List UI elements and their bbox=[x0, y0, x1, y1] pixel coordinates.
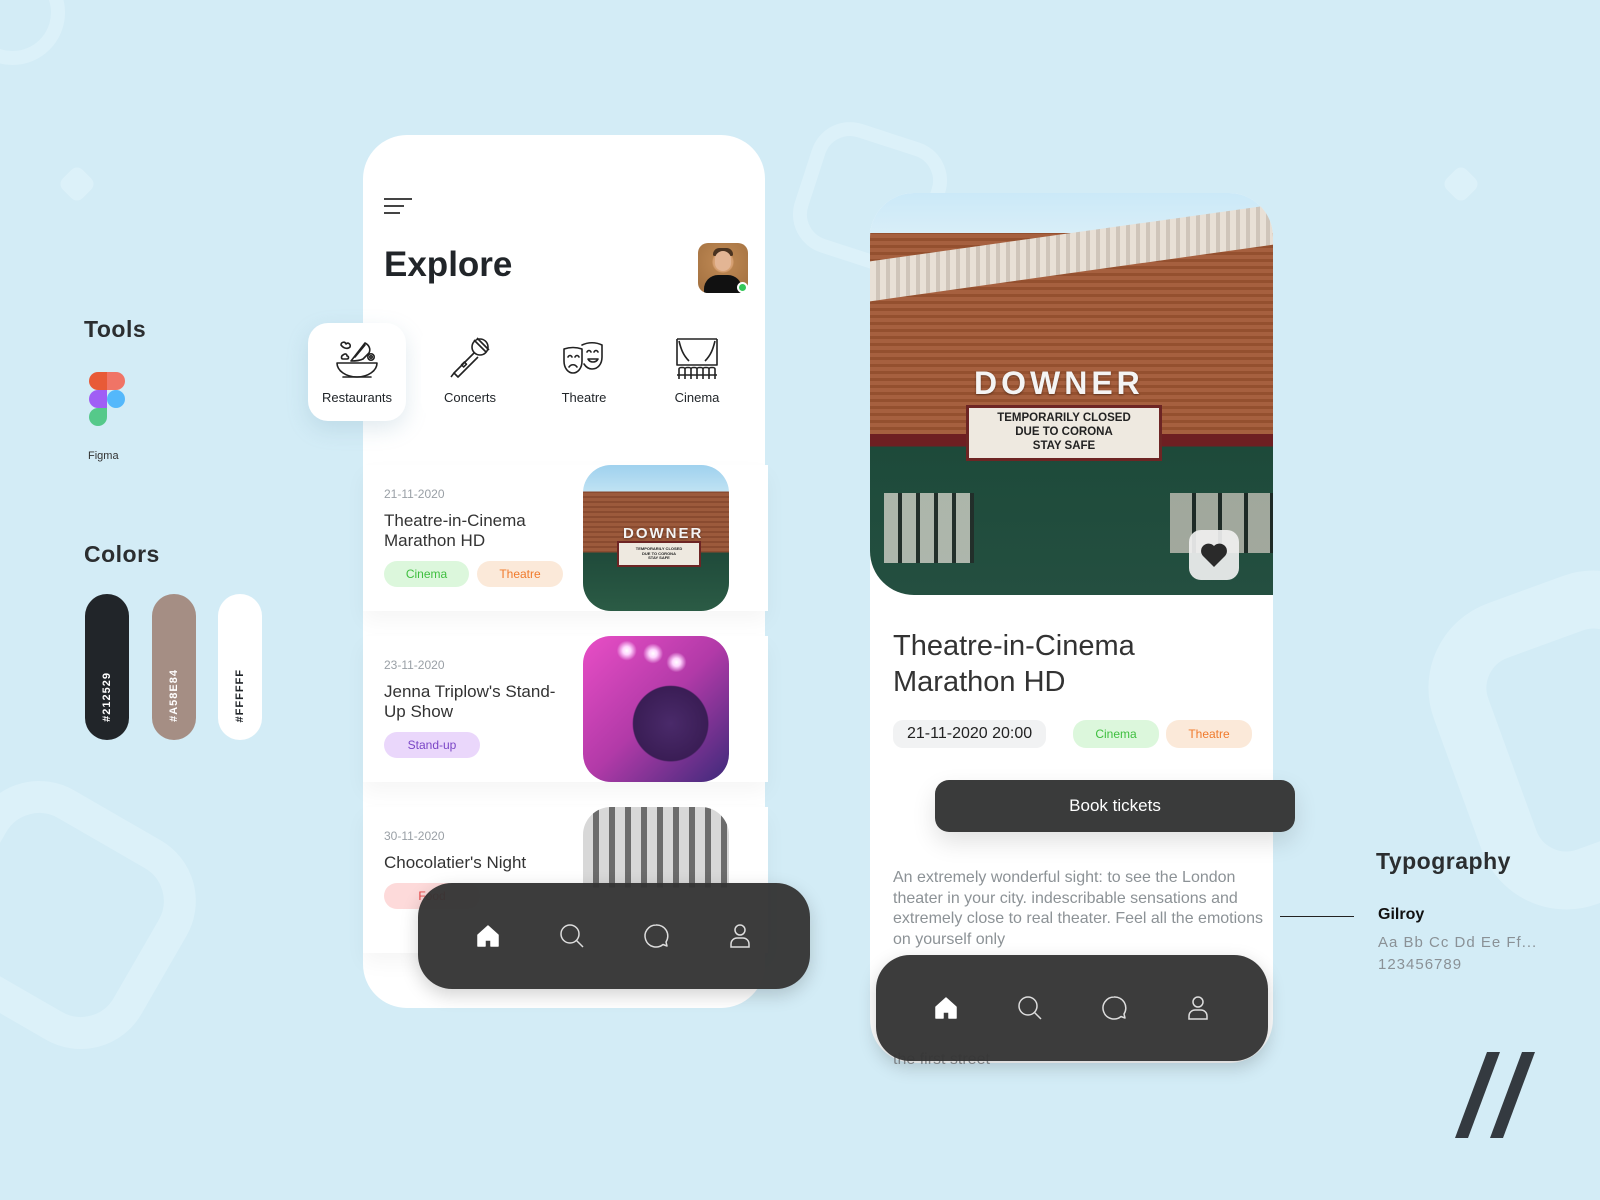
tag-cinema[interactable]: Cinema bbox=[1073, 720, 1159, 748]
bottom-nav-bar bbox=[418, 883, 810, 989]
event-date: 21-11-2020 bbox=[384, 487, 445, 501]
theatre-sign: DOWNER bbox=[974, 365, 1144, 401]
event-description: An extremely wonderful sight: to see the… bbox=[893, 869, 1263, 948]
swatch-label: #A58E84 bbox=[168, 669, 180, 722]
online-status-indicator bbox=[737, 282, 748, 293]
search-icon bbox=[560, 924, 584, 948]
figma-label: Figma bbox=[88, 450, 119, 462]
marquee-board: TEMPORARILY CLOSED DUE TO CORONA STAY SA… bbox=[617, 541, 701, 567]
background-decoration bbox=[0, 0, 84, 84]
marquee-line: STAY SAFE bbox=[1032, 439, 1096, 452]
category-label: Theatre bbox=[561, 390, 607, 405]
background-decoration bbox=[57, 164, 97, 204]
tag-theatre[interactable]: Theatre bbox=[1166, 720, 1252, 748]
event-title: Theatre-in-Cinema Marathon HD bbox=[384, 511, 526, 550]
user-icon bbox=[730, 924, 750, 948]
tag-standup[interactable]: Stand-up bbox=[384, 732, 480, 758]
typography-heading: Typography bbox=[1376, 848, 1511, 874]
microphone-icon bbox=[450, 337, 490, 378]
theatre-facade-photo: DOWNER TEMPORARILY CLOSED DUE TO CORONA … bbox=[583, 465, 729, 611]
tag-theatre[interactable]: Theatre bbox=[477, 561, 563, 587]
bottom-nav-bar bbox=[876, 955, 1268, 1061]
marquee-line: TEMPORARILY CLOSED bbox=[997, 412, 1131, 425]
category-restaurants[interactable]: Restaurants bbox=[308, 323, 406, 421]
colors-heading: Colors bbox=[84, 541, 160, 567]
marquee-line: STAY SAFE bbox=[648, 555, 670, 561]
heart-icon bbox=[1201, 543, 1227, 567]
color-swatch-taupe: #A58E84 bbox=[152, 594, 196, 740]
concert-singer-photo bbox=[583, 636, 729, 782]
nav-profile[interactable] bbox=[720, 916, 760, 956]
background-decoration bbox=[0, 755, 222, 1075]
event-date: 23-11-2020 bbox=[384, 658, 445, 672]
user-icon bbox=[1188, 996, 1208, 1020]
event-card[interactable]: 21-11-2020 Theatre-in-Cinema Marathon HD… bbox=[363, 465, 768, 611]
font-sample-numbers: 123456789 bbox=[1378, 956, 1463, 973]
home-icon bbox=[477, 925, 499, 947]
cinema-screen-icon bbox=[676, 338, 718, 379]
marquee-board: TEMPORARILY CLOSED DUE TO CORONA STAY SA… bbox=[966, 405, 1162, 461]
nav-home[interactable] bbox=[926, 988, 966, 1028]
double-slash-logo-icon bbox=[1455, 1052, 1535, 1138]
swatch-label: #FFFFFF bbox=[234, 668, 246, 722]
theatre-masks-icon bbox=[563, 341, 603, 374]
chat-bubble-icon bbox=[644, 924, 669, 948]
nav-search[interactable] bbox=[1010, 988, 1050, 1028]
category-concerts[interactable]: Concerts bbox=[421, 323, 519, 421]
color-swatch-white: #FFFFFF bbox=[218, 594, 262, 740]
marquee-line: DUE TO CORONA bbox=[1015, 426, 1113, 439]
event-detail-title: Theatre-in-Cinema Marathon HD bbox=[893, 630, 1135, 698]
event-title: Jenna Triplow's Stand-Up Show bbox=[384, 682, 556, 721]
figma-logo-icon bbox=[89, 372, 125, 426]
category-label: Cinema bbox=[674, 390, 720, 405]
category-theatre[interactable]: Theatre bbox=[535, 323, 633, 421]
font-name: Gilroy bbox=[1378, 906, 1425, 923]
tools-heading: Tools bbox=[84, 316, 147, 342]
connector-line bbox=[1280, 916, 1354, 917]
nav-search[interactable] bbox=[552, 916, 592, 956]
salad-bowl-icon bbox=[336, 341, 378, 378]
hamburger-menu-icon[interactable] bbox=[384, 198, 412, 216]
color-swatch-dark: #212529 bbox=[85, 594, 129, 740]
font-sample-letters: Aa Bb Cc Dd Ee Ff... bbox=[1378, 934, 1538, 951]
search-icon bbox=[1018, 996, 1042, 1020]
favorite-button[interactable] bbox=[1189, 530, 1239, 580]
home-icon bbox=[935, 997, 957, 1019]
event-title: Chocolatier's Night bbox=[384, 853, 527, 872]
category-label: Concerts bbox=[443, 390, 497, 405]
page-title: Explore bbox=[384, 245, 513, 284]
nav-profile[interactable] bbox=[1178, 988, 1218, 1028]
event-date: 30-11-2020 bbox=[384, 829, 445, 843]
swatch-label: #212529 bbox=[101, 672, 113, 722]
book-tickets-button[interactable]: Book tickets bbox=[935, 780, 1295, 832]
nav-home[interactable] bbox=[468, 916, 508, 956]
nav-messages[interactable] bbox=[1094, 988, 1134, 1028]
nav-messages[interactable] bbox=[636, 916, 676, 956]
font-sample: Aa Bb Cc Dd Ee Ff... 123456789 bbox=[1378, 932, 1537, 976]
background-decoration bbox=[1441, 164, 1481, 204]
chat-bubble-icon bbox=[1102, 996, 1127, 1020]
event-card[interactable]: 23-11-2020 Jenna Triplow's Stand-Up Show… bbox=[363, 636, 768, 782]
theatre-sign: DOWNER bbox=[623, 525, 704, 542]
category-cinema[interactable]: Cinema bbox=[648, 323, 746, 421]
event-datetime: 21-11-2020 20:00 bbox=[893, 720, 1047, 748]
category-label: Restaurants bbox=[321, 390, 393, 405]
background-decoration bbox=[1403, 545, 1600, 935]
tag-cinema[interactable]: Cinema bbox=[384, 561, 469, 587]
